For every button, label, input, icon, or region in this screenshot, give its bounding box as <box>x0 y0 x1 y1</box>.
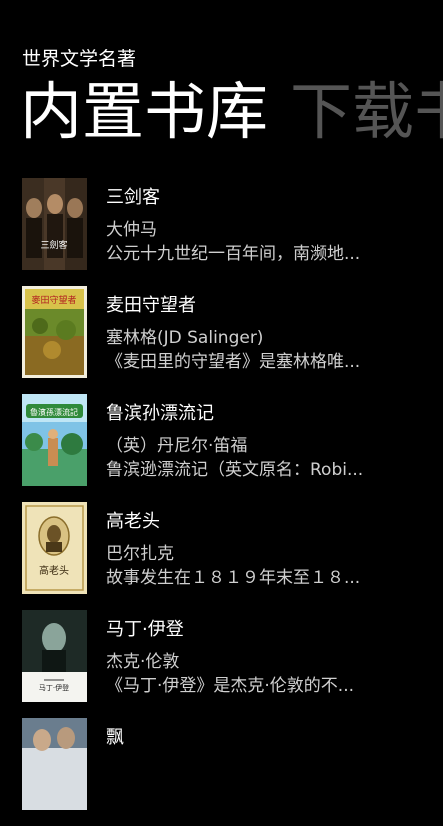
book-description: 《马丁·伊登》是杰克·伦敦的不... <box>106 676 355 696</box>
list-item[interactable]: 飘 <box>0 718 443 826</box>
book-title: 鲁滨孙漂流记 <box>106 403 214 424</box>
book-description: 故事发生在１８１９年末至１８... <box>106 568 361 588</box>
book-title: 三剑客 <box>106 187 160 208</box>
book-cover: 马丁·伊登 <box>22 610 87 702</box>
cover-title-text: 高老头 <box>39 564 69 577</box>
book-description: 鲁滨逊漂流记（英文原名：Robi... <box>106 460 364 480</box>
book-author: 塞林格(JD Salinger) <box>106 328 264 348</box>
app-title: 世界文学名著 <box>22 48 137 70</box>
list-item[interactable]: 高老头 高老头 巴尔扎克 故事发生在１８１９年末至１８... <box>0 502 443 610</box>
book-author: 巴尔扎克 <box>106 544 174 564</box>
list-item[interactable]: 麥田守望者 麦田守望者 塞林格(JD Salinger) 《麦田里的守望者》是塞… <box>0 286 443 394</box>
book-author: 杰克·伦敦 <box>106 652 180 672</box>
book-cover: 魯濱孫漂流記 <box>22 394 87 486</box>
book-list[interactable]: 三劍客 三剑客 大仲马 公元十九世纪一百年间，南濒地... 麥田守望者 麦田守望… <box>0 178 443 826</box>
cover-title-text: 三劍客 <box>40 239 67 251</box>
book-cover: 高老头 <box>22 502 87 594</box>
cover-title-text: 马丁·伊登 <box>39 683 69 692</box>
book-cover: 麥田守望者 <box>22 286 87 378</box>
pivot-header: 内置书库下载书 <box>20 72 443 152</box>
cover-title-text: 魯濱孫漂流記 <box>30 407 78 417</box>
tab-downloads[interactable]: 下载书 <box>290 72 443 152</box>
book-author: 大仲马 <box>106 220 157 240</box>
tab-builtin-library[interactable]: 内置书库 <box>20 72 268 152</box>
list-item[interactable]: 三劍客 三剑客 大仲马 公元十九世纪一百年间，南濒地... <box>0 178 443 286</box>
book-title: 马丁·伊登 <box>106 619 184 640</box>
book-description: 公元十九世纪一百年间，南濒地... <box>106 244 361 264</box>
list-item[interactable]: 马丁·伊登 马丁·伊登 杰克·伦敦 《马丁·伊登》是杰克·伦敦的不... <box>0 610 443 718</box>
book-title: 高老头 <box>106 511 160 532</box>
book-title: 飘 <box>106 727 124 748</box>
book-cover: 三劍客 <box>22 178 87 270</box>
book-description: 《麦田里的守望者》是塞林格唯... <box>106 352 361 372</box>
book-cover <box>22 718 87 810</box>
list-item[interactable]: 魯濱孫漂流記 鲁滨孙漂流记 （英）丹尼尔·笛福 鲁滨逊漂流记（英文原名：Robi… <box>0 394 443 502</box>
book-author: （英）丹尼尔·笛福 <box>106 436 248 456</box>
cover-title-text: 麥田守望者 <box>31 294 76 306</box>
book-title: 麦田守望者 <box>106 295 196 316</box>
